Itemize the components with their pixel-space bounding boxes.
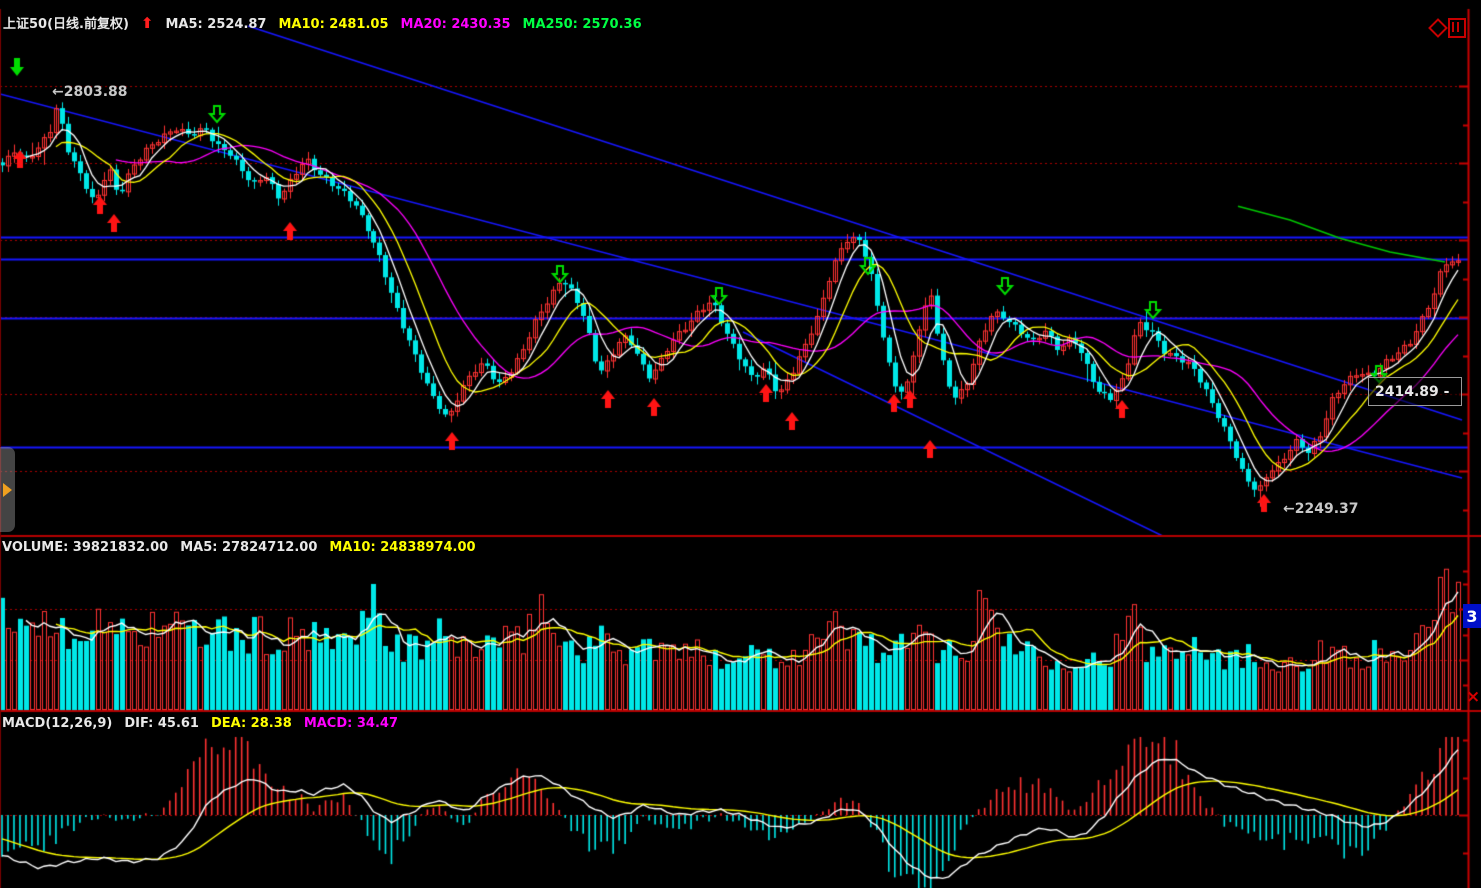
chart-application: 上证50(日线.前复权) ⬆ MA5: 2524.87 MA10: 2481.05 MA… [0, 0, 1481, 888]
high-price-label: ←2803.88 [52, 84, 128, 100]
last-price-callout: 2414.89 - [1368, 377, 1462, 406]
ma20-value: MA20: 2430.35 [401, 17, 511, 32]
low-price-label: ←2249.37 [1283, 501, 1359, 517]
dea-value: DEA: 28.38 [211, 716, 292, 731]
ma5-value: MA5: 2524.87 [166, 17, 267, 32]
last-price-label: 2414.89 - [1375, 384, 1449, 400]
volume-ma5-value: MA5: 27824712.00 [180, 540, 317, 555]
chart-canvas[interactable] [0, 0, 1481, 888]
ma10-value: MA10: 2481.05 [278, 17, 388, 32]
main-chart-header: 上证50(日线.前复权) ⬆ MA5: 2524.87 MA10: 2481.05 MA… [3, 13, 654, 32]
volume-axis-badge: 3 [1463, 604, 1481, 628]
volume-ma10-value: MA10: 24838974.00 [329, 540, 475, 555]
macd-value: MACD: 34.47 [304, 716, 398, 731]
expand-arrow-icon [3, 483, 12, 497]
macd-name: MACD(12,26,9) [2, 716, 112, 731]
close-icon[interactable]: × [1466, 687, 1480, 707]
dif-value: DIF: 45.61 [124, 716, 199, 731]
macd-header: MACD(12,26,9) DIF: 45.61 DEA: 28.38 MACD: 3… [2, 716, 410, 731]
volume-value: VOLUME: 39821832.00 [2, 540, 168, 555]
up-arrow-icon: ⬆ [141, 14, 154, 32]
volume-header: VOLUME: 39821832.00 MA5: 27824712.00 MA10:… [2, 540, 488, 555]
chart-title: 上证50(日线.前复权) [3, 17, 129, 32]
ma250-value: MA250: 2570.36 [523, 17, 642, 32]
sidebar-slide-tab[interactable] [0, 447, 15, 532]
kline-window-icon[interactable] [1448, 18, 1466, 38]
